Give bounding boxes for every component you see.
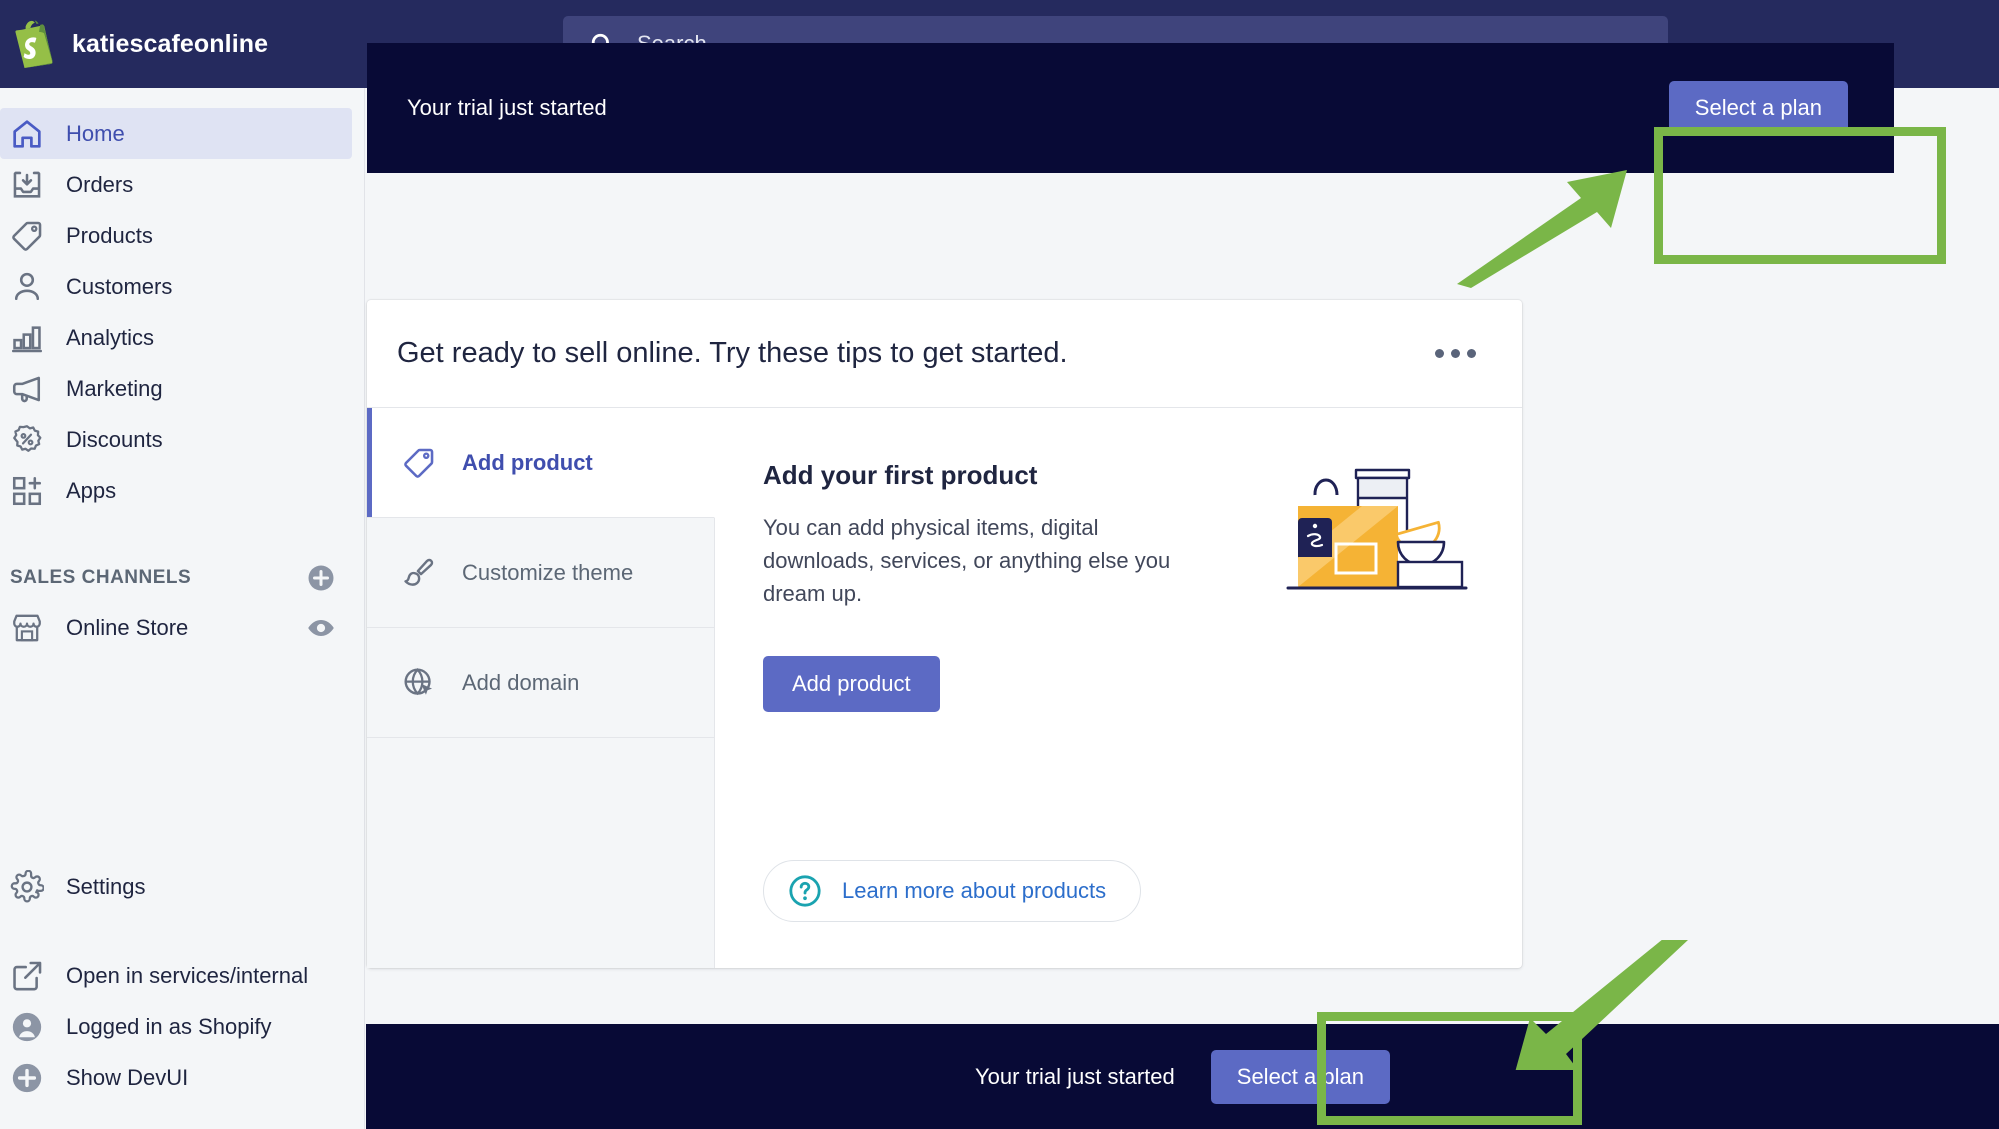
learn-more-about-products-button[interactable]: Learn more about products — [763, 860, 1142, 922]
sidebar-item-home[interactable]: Home — [0, 108, 352, 159]
sidebar-footer: Settings Open in services/internal Logge… — [0, 861, 364, 1129]
paintbrush-icon — [404, 558, 434, 586]
shopify-admin-home: katiescafeonline Search Home — [0, 0, 1999, 1129]
sidebar-nav: Home Orders Products Customers Analytics… — [0, 88, 364, 516]
sidebar-item-label: Customers — [66, 273, 173, 299]
sidebar-item-marketing[interactable]: Marketing — [0, 363, 352, 414]
setup-tab-list: Add product Customize theme Add domain — [367, 408, 715, 968]
storefront-icon — [13, 614, 41, 641]
product-box-jar-bowls-illustration — [1286, 468, 1468, 590]
gear-icon — [10, 869, 44, 902]
sidebar-item-label: Discounts — [66, 426, 163, 452]
sidebar-item-settings[interactable]: Settings — [0, 861, 352, 912]
select-a-plan-button-bottom[interactable]: Select a plan — [1210, 1049, 1390, 1104]
sales-channels-title: SALES CHANNELS — [10, 567, 192, 588]
tab-label: Add domain — [462, 669, 580, 695]
sidebar-item-products[interactable]: Products — [0, 210, 352, 261]
sidebar-item-label: Open in services/internal — [66, 962, 309, 988]
sidebar-item-online-store[interactable]: Online Store — [0, 602, 364, 653]
eye-icon[interactable] — [306, 613, 336, 643]
product-tag-icon — [404, 448, 434, 478]
sidebar-item-open-in-services[interactable]: Open in services/internal — [0, 950, 352, 1001]
sidebar-item-label: Marketing — [66, 375, 163, 401]
channel-label: Online Store — [66, 614, 189, 640]
setup-guide-body: Add product Customize theme Add domain A… — [367, 408, 1522, 968]
kebab-menu-icon[interactable] — [1431, 337, 1480, 370]
tab-list-filler — [367, 738, 714, 968]
tab-customize-theme[interactable]: Customize theme — [367, 518, 714, 628]
sidebar-item-label: Orders — [66, 171, 134, 197]
setup-guide-card: Get ready to sell online. Try these tips… — [367, 300, 1522, 968]
brand[interactable]: katiescafeonline — [0, 20, 365, 68]
sidebar-item-logged-in-as[interactable]: Logged in as Shopify — [0, 1001, 352, 1052]
setup-tab-panel: Add your first product You can add physi… — [715, 408, 1522, 968]
apps-grid-plus-icon — [12, 476, 42, 505]
plus-circle-icon[interactable] — [306, 563, 336, 593]
discount-percent-badge-icon — [13, 424, 42, 452]
tab-label: Customize theme — [462, 559, 634, 585]
home-icon — [13, 119, 41, 148]
setup-guide-header: Get ready to sell online. Try these tips… — [367, 300, 1522, 408]
sidebar-item-label: Show DevUI — [66, 1064, 189, 1090]
question-circle-icon — [789, 875, 821, 907]
sidebar-item-label: Home — [66, 120, 125, 146]
sidebar-divider-gap — [0, 912, 364, 950]
tab-add-domain[interactable]: Add domain — [367, 628, 714, 738]
product-tag-icon — [12, 221, 42, 251]
analytics-bar-chart-icon — [11, 325, 43, 352]
sidebar-item-customers[interactable]: Customers — [0, 261, 352, 312]
sidebar-item-label: Apps — [66, 477, 117, 503]
brand-name: katiescafeonline — [72, 29, 269, 58]
trial-message: Your trial just started — [407, 95, 607, 120]
external-link-icon — [13, 961, 42, 990]
orders-inbox-icon — [13, 171, 41, 198]
add-product-button[interactable]: Add product — [763, 656, 940, 712]
sidebar-item-show-devui[interactable]: Show DevUI — [0, 1052, 352, 1103]
tab-label: Add product — [462, 449, 593, 475]
person-circle-icon — [12, 1012, 42, 1041]
sidebar-item-apps[interactable]: Apps — [0, 465, 352, 516]
sidebar-item-orders[interactable]: Orders — [0, 159, 352, 210]
sidebar-item-label: Products — [66, 222, 153, 248]
panel-description: You can add physical items, digital down… — [763, 515, 1171, 606]
trial-message: Your trial just started — [975, 1063, 1175, 1089]
sidebar-item-label: Settings — [66, 873, 146, 899]
learn-more-label: Learn more about products — [842, 878, 1107, 903]
trial-banner-bottom: Your trial just started Select a plan — [366, 1024, 1999, 1129]
sidebar-item-discounts[interactable]: Discounts — [0, 414, 352, 465]
sales-channels-header: SALES CHANNELS — [0, 554, 364, 602]
select-a-plan-button-top[interactable]: Select a plan — [1668, 81, 1848, 135]
sidebar-item-label: Logged in as Shopify — [66, 1013, 272, 1039]
page-title: Get ready to sell online. Try these tips… — [397, 337, 1068, 369]
marketing-megaphone-icon — [12, 376, 41, 402]
sidebar-item-analytics[interactable]: Analytics — [0, 312, 352, 363]
trial-banner-top: Your trial just started Select a plan — [367, 43, 1894, 173]
customer-person-icon — [14, 272, 40, 300]
sidebar-item-label: Analytics — [66, 324, 155, 350]
plus-circle-icon — [12, 1063, 42, 1092]
tab-add-product[interactable]: Add product — [367, 408, 715, 518]
globe-cursor-icon — [404, 667, 433, 695]
sidebar: Home Orders Products Customers Analytics… — [0, 88, 365, 1129]
shopify-bag-icon — [15, 20, 53, 68]
